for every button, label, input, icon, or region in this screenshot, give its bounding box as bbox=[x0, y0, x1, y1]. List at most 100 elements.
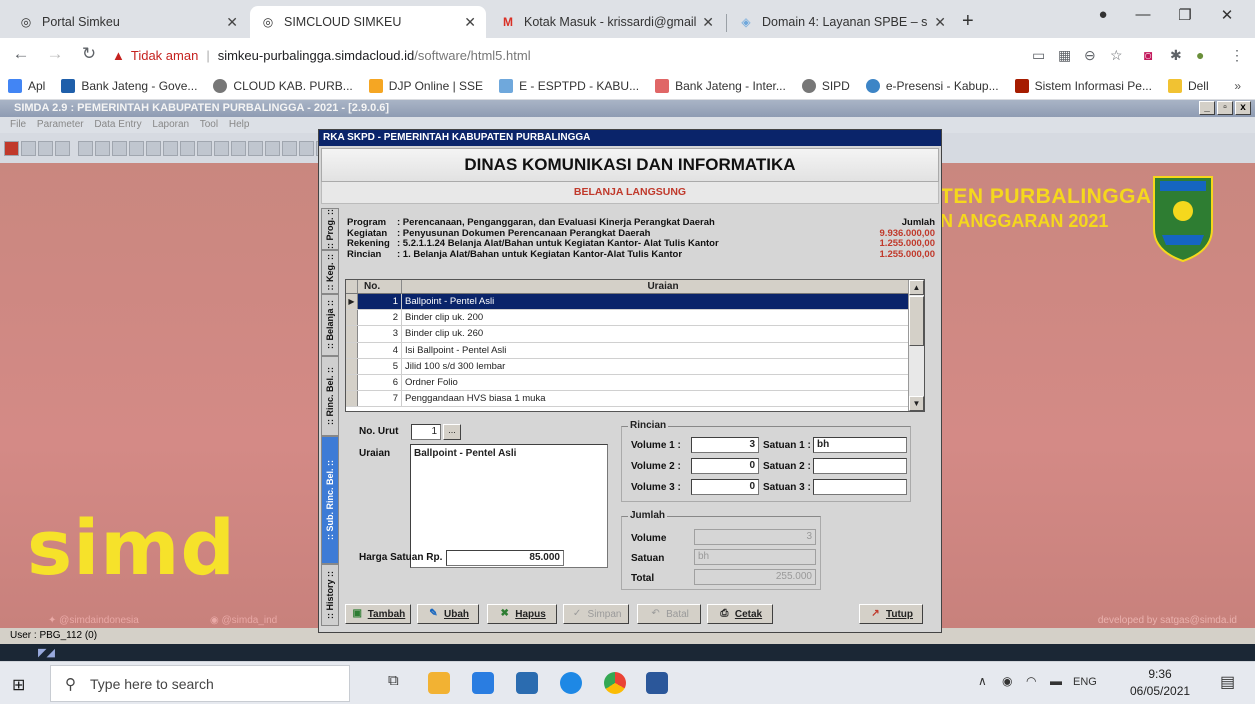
new-tab-plus-icon[interactable]: + bbox=[962, 10, 974, 33]
toolbar-icon[interactable] bbox=[180, 140, 195, 156]
menu-file[interactable]: File bbox=[10, 119, 26, 130]
table-row[interactable]: 6 Ordner Folio bbox=[346, 374, 908, 392]
scroll-up-icon[interactable]: ▲ bbox=[909, 280, 924, 295]
side-tab-rinc-bel[interactable]: :: Rinc. Bel. :: bbox=[321, 356, 339, 436]
restore-icon[interactable]: ❐ bbox=[1170, 6, 1200, 24]
zoom-icon[interactable]: ⊖ bbox=[1084, 47, 1096, 64]
bookmark-esptpd[interactable]: E - ESPTPD - KABU... bbox=[499, 78, 639, 93]
menu-parameter[interactable]: Parameter bbox=[37, 119, 84, 130]
restore-icon[interactable]: ▫ bbox=[1217, 101, 1233, 115]
tab-portal-simkeu[interactable]: ◎ Portal Simkeu ✕ bbox=[8, 6, 248, 38]
bookmark-epresensi[interactable]: e-Presensi - Kabup... bbox=[865, 78, 999, 93]
close-window-icon[interactable]: ✕ bbox=[1212, 6, 1242, 24]
volume3-field[interactable]: 0 bbox=[691, 479, 759, 495]
toolbar-icon[interactable] bbox=[78, 140, 93, 156]
batal-button[interactable]: ↶ Batal bbox=[637, 604, 701, 624]
toolbar-icon[interactable] bbox=[231, 140, 246, 156]
toolbar-icon[interactable] bbox=[21, 140, 36, 156]
extension-shield-icon[interactable]: ◙ bbox=[1144, 47, 1152, 63]
bookmarks-more-icon[interactable]: » bbox=[1234, 79, 1241, 93]
edge-browser-icon[interactable] bbox=[560, 672, 582, 694]
menu-data-entry[interactable]: Data Entry bbox=[94, 119, 141, 130]
table-row[interactable]: 5 Jilid 100 s/d 300 lembar bbox=[346, 358, 908, 375]
toolbar-icon[interactable] bbox=[163, 140, 178, 156]
apps-grid-icon[interactable]: ▦ bbox=[1058, 47, 1071, 64]
table-row[interactable]: 2 Binder clip uk. 200 bbox=[346, 310, 908, 327]
simpan-button[interactable]: ✓ Simpan bbox=[563, 604, 629, 624]
windows-start-icon[interactable]: ⊞ bbox=[12, 675, 25, 695]
side-tab-history[interactable]: :: History :: bbox=[321, 564, 339, 626]
no-urut-field[interactable]: 1 bbox=[411, 424, 441, 440]
back-arrow-icon[interactable]: ← bbox=[10, 44, 32, 64]
bookmark-djp-online[interactable]: DJP Online | SSE bbox=[368, 78, 483, 93]
table-row[interactable]: 4 Isi Ballpoint - Pentel Asli bbox=[346, 342, 908, 359]
extensions-puzzle-icon[interactable]: ✱ bbox=[1170, 47, 1182, 64]
taskbar-search[interactable]: ⚲ Type here to search bbox=[50, 665, 350, 702]
battery-icon[interactable]: ▬ bbox=[1050, 674, 1062, 688]
tab-simcloud-simkeu[interactable]: ◎ SIMCLOUD SIMKEU ✕ bbox=[250, 6, 486, 38]
menu-laporan[interactable]: Laporan bbox=[152, 119, 189, 130]
notification-icon[interactable]: ▤ bbox=[1220, 672, 1235, 692]
toolbar-icon[interactable] bbox=[248, 140, 263, 156]
table-row[interactable]: 7 Penggandaan HVS biasa 1 muka bbox=[346, 391, 908, 408]
bookmark-star-icon[interactable]: ☆ bbox=[1110, 47, 1123, 64]
tab-gmail[interactable]: M Kotak Masuk - krissardi@gmail.c ✕ bbox=[490, 6, 724, 38]
bookmark-apps[interactable]: Apl bbox=[8, 78, 45, 93]
close-icon[interactable]: ✕ bbox=[702, 14, 714, 31]
menu-kebab-icon[interactable]: ⋮ bbox=[1230, 47, 1244, 64]
tray-chevron-icon[interactable]: ∧ bbox=[978, 674, 987, 688]
satuan1-field[interactable]: bh bbox=[813, 437, 907, 453]
toolbar-icon[interactable] bbox=[129, 140, 144, 156]
table-row[interactable]: ▶ 1 Ballpoint - Pentel Asli bbox=[346, 294, 908, 311]
profile-icon[interactable]: ● bbox=[1088, 6, 1118, 23]
cetak-button[interactable]: ⎙ Cetak bbox=[707, 604, 773, 624]
calculator-app-icon[interactable] bbox=[516, 672, 538, 694]
hapus-button[interactable]: ✖ Hapus bbox=[487, 604, 557, 624]
harga-satuan-field[interactable]: 85.000 bbox=[446, 550, 564, 566]
toolbar-icon[interactable] bbox=[55, 140, 70, 156]
close-icon[interactable]: ✕ bbox=[226, 14, 238, 31]
wifi-icon[interactable]: ◠ bbox=[1026, 674, 1036, 688]
toolbar-icon[interactable] bbox=[197, 140, 212, 156]
grid-scrollbar[interactable]: ▲ ▼ bbox=[908, 280, 924, 411]
side-tab-belanja[interactable]: :: Belanja :: bbox=[321, 294, 339, 356]
tambah-button[interactable]: ▣ Tambah bbox=[345, 604, 411, 624]
menu-tool[interactable]: Tool bbox=[200, 119, 218, 130]
cast-icon[interactable]: ▭ bbox=[1032, 47, 1045, 64]
toolbar-icon[interactable] bbox=[214, 140, 229, 156]
tutup-button[interactable]: ↗ Tutup bbox=[859, 604, 923, 624]
minimize-icon[interactable]: _ bbox=[1199, 101, 1215, 115]
satuan2-field[interactable] bbox=[813, 458, 907, 474]
forward-arrow-icon[interactable]: → bbox=[44, 44, 66, 64]
minimize-icon[interactable]: — bbox=[1128, 6, 1158, 23]
bookmark-bank-jateng-inter[interactable]: Bank Jateng - Inter... bbox=[655, 78, 786, 93]
bookmark-bank-jateng-gov[interactable]: Bank Jateng - Gove... bbox=[61, 78, 197, 93]
address-bar[interactable]: ▲ Tidak aman | simkeu-purbalingga.simdac… bbox=[112, 42, 1012, 68]
tab-spbe[interactable]: ◈ Domain 4: Layanan SPBE – spbe. ✕ bbox=[728, 6, 956, 38]
language-indicator[interactable]: ENG bbox=[1073, 676, 1097, 688]
toolbar-icon[interactable] bbox=[282, 140, 297, 156]
reload-icon[interactable]: ↻ bbox=[78, 44, 100, 64]
toolbar-icon[interactable] bbox=[95, 140, 110, 156]
side-tab-sub-rinc-bel[interactable]: :: Sub. Rinc. Bel. :: bbox=[321, 436, 339, 564]
toolbar-icon[interactable] bbox=[38, 140, 53, 156]
browse-button[interactable]: ... bbox=[443, 424, 461, 440]
tray-device-icon[interactable]: ◉ bbox=[1002, 674, 1012, 688]
bookmark-sipd[interactable]: SIPD bbox=[801, 78, 850, 93]
calendar-app-icon[interactable] bbox=[472, 672, 494, 694]
bookmark-dell[interactable]: Dell bbox=[1167, 78, 1209, 93]
bookmark-cloud-kab[interactable]: CLOUD KAB. PURB... bbox=[213, 78, 353, 93]
scroll-down-icon[interactable]: ▼ bbox=[909, 396, 924, 411]
volume2-field[interactable]: 0 bbox=[691, 458, 759, 474]
word-app-icon[interactable] bbox=[646, 672, 668, 694]
volume1-field[interactable]: 3 bbox=[691, 437, 759, 453]
avatar-icon[interactable]: ● bbox=[1196, 47, 1204, 63]
scroll-thumb[interactable] bbox=[909, 296, 924, 346]
close-icon[interactable]: ✕ bbox=[464, 14, 476, 31]
toolbar-icon[interactable] bbox=[112, 140, 127, 156]
close-icon[interactable]: x bbox=[1235, 101, 1251, 115]
side-tab-prog[interactable]: :: Prog. :: bbox=[321, 208, 339, 250]
side-tab-keg[interactable]: :: Keg. :: bbox=[321, 250, 339, 294]
table-row[interactable]: 3 Binder clip uk. 260 bbox=[346, 326, 908, 343]
menu-help[interactable]: Help bbox=[229, 119, 250, 130]
